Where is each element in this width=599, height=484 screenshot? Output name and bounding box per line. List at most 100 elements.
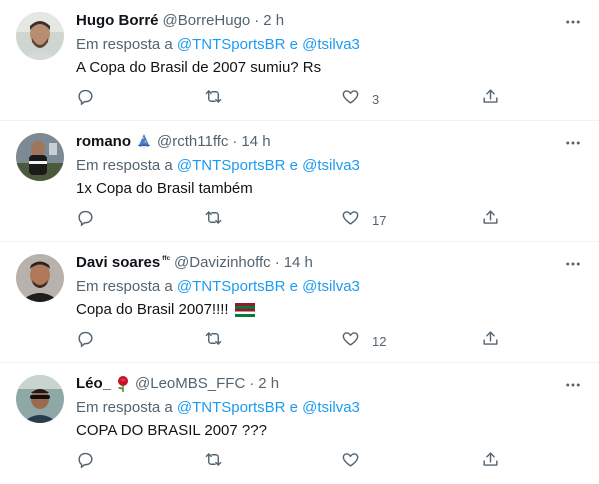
mention-link[interactable]: @TNTSportsBR (177, 36, 286, 53)
retweet-icon (204, 329, 223, 353)
reply-prefix: Em resposta a (76, 157, 173, 174)
reply-button[interactable] (76, 209, 95, 231)
reply-and: e (289, 36, 298, 53)
tweet-actions: 3 (76, 88, 506, 110)
tweet-text-content: 1x Copa do Brasil também (76, 180, 253, 197)
share-button[interactable] (481, 330, 500, 352)
tweet-text-content: COPA DO BRASIL 2007 ??? (76, 422, 267, 439)
user-handle[interactable]: @Davizinhoffc (174, 253, 271, 273)
tweet-actions: 12 (76, 330, 506, 352)
display-name[interactable]: Davi soares (76, 253, 160, 273)
tweet-text-content: Copa do Brasil 2007!!!! (76, 301, 229, 318)
avatar[interactable] (16, 12, 64, 60)
like-count: 3 (372, 91, 380, 107)
reply-icon (76, 450, 95, 474)
flag-emoji-icon (234, 303, 255, 317)
like-button[interactable]: 17 (341, 209, 386, 231)
avatar[interactable] (16, 375, 64, 423)
like-icon (341, 208, 360, 232)
share-icon (481, 450, 500, 474)
reply-and: e (289, 278, 298, 295)
timestamp[interactable]: 14 h (284, 253, 313, 273)
user-handle[interactable]: @BorreHugo (163, 11, 251, 31)
tweet-text-content: A Copa do Brasil de 2007 sumiu? Rs (76, 59, 322, 76)
share-icon (481, 87, 500, 111)
mention-link[interactable]: @tsilva3 (302, 399, 360, 416)
more-icon[interactable] (563, 254, 583, 274)
retweet-icon (204, 450, 223, 474)
display-name[interactable]: Léo_ (76, 374, 111, 394)
mention-link[interactable]: @tsilva3 (302, 157, 360, 174)
reply-button[interactable] (76, 451, 95, 473)
reply-context: Em resposta a @TNTSportsBR e @tsilva3 (76, 398, 360, 418)
reply-and: e (289, 399, 298, 416)
reply-button[interactable] (76, 330, 95, 352)
tweet[interactable]: romano @rcth11ffc · 14 h Em resposta a @… (0, 121, 599, 242)
more-icon[interactable] (563, 375, 583, 395)
separator: · (274, 254, 280, 271)
tweet-text: A Copa do Brasil de 2007 sumiu? Rs (76, 58, 321, 78)
reply-and: e (289, 157, 298, 174)
reply-prefix: Em resposta a (76, 36, 173, 53)
separator: · (249, 375, 255, 392)
share-button[interactable] (481, 209, 500, 231)
timestamp[interactable]: 2 h (263, 11, 284, 31)
like-button[interactable]: 3 (341, 88, 379, 110)
more-icon[interactable] (563, 133, 583, 153)
reply-context: Em resposta a @TNTSportsBR e @tsilva3 (76, 277, 360, 297)
share-button[interactable] (481, 88, 500, 110)
tweet-actions (76, 451, 506, 473)
tweet[interactable]: Davi soares ᶠᶠᶜ @Davizinhoffc · 14 h Em … (0, 242, 599, 363)
tweet-text: COPA DO BRASIL 2007 ??? (76, 421, 267, 441)
wizard-emoji-icon (135, 133, 153, 151)
reply-button[interactable] (76, 88, 95, 110)
reply-context: Em resposta a @TNTSportsBR e @tsilva3 (76, 35, 360, 55)
tweet[interactable]: Léo_ @LeoMBS_FFC · 2 h Em resposta a @TN… (0, 363, 599, 484)
display-name[interactable]: Hugo Borré (76, 11, 159, 31)
share-button[interactable] (481, 451, 500, 473)
like-count: 12 (372, 333, 387, 349)
rose-emoji-icon (115, 375, 131, 393)
mention-link[interactable]: @TNTSportsBR (177, 157, 286, 174)
reply-prefix: Em resposta a (76, 278, 173, 295)
like-icon (341, 450, 360, 474)
like-button[interactable]: 12 (341, 330, 386, 352)
like-icon (341, 87, 360, 111)
mention-link[interactable]: @TNTSportsBR (177, 399, 286, 416)
tweet-text: Copa do Brasil 2007!!!! (76, 300, 255, 320)
retweet-button[interactable] (204, 209, 223, 231)
reply-icon (76, 208, 95, 232)
reply-prefix: Em resposta a (76, 399, 173, 416)
name-suffix: ᶠᶠᶜ (162, 254, 171, 264)
timestamp[interactable]: 14 h (241, 132, 270, 152)
tweet-text: 1x Copa do Brasil também (76, 179, 253, 199)
like-button[interactable] (341, 451, 372, 473)
reply-icon (76, 329, 95, 353)
retweet-icon (204, 208, 223, 232)
reply-context: Em resposta a @TNTSportsBR e @tsilva3 (76, 156, 360, 176)
tweet-feed: Hugo Borré @BorreHugo · 2 h Em resposta … (0, 0, 599, 484)
like-icon (341, 329, 360, 353)
separator: · (254, 12, 260, 29)
display-name[interactable]: romano (76, 132, 131, 152)
avatar[interactable] (16, 254, 64, 302)
timestamp[interactable]: 2 h (258, 374, 279, 394)
like-count: 17 (372, 212, 387, 228)
reply-icon (76, 87, 95, 111)
mention-link[interactable]: @tsilva3 (302, 36, 360, 53)
avatar[interactable] (16, 133, 64, 181)
retweet-icon (204, 87, 223, 111)
user-handle[interactable]: @LeoMBS_FFC (135, 374, 245, 394)
share-icon (481, 329, 500, 353)
mention-link[interactable]: @tsilva3 (302, 278, 360, 295)
user-handle[interactable]: @rcth11ffc (157, 132, 228, 152)
tweet[interactable]: Hugo Borré @BorreHugo · 2 h Em resposta … (0, 0, 599, 121)
more-icon[interactable] (563, 12, 583, 32)
mention-link[interactable]: @TNTSportsBR (177, 278, 286, 295)
separator: · (232, 133, 238, 150)
share-icon (481, 208, 500, 232)
retweet-button[interactable] (204, 88, 223, 110)
tweet-actions: 17 (76, 209, 506, 231)
retweet-button[interactable] (204, 330, 223, 352)
retweet-button[interactable] (204, 451, 223, 473)
